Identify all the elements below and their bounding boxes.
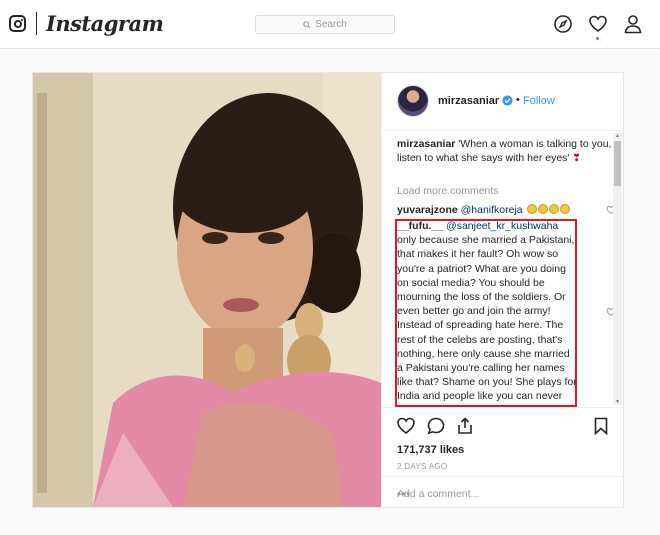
- load-more-comments-link[interactable]: Load more comments: [397, 185, 499, 197]
- caption-username[interactable]: mirzasaniar: [397, 138, 455, 150]
- grinning-emoji-icon: [526, 204, 537, 214]
- more-options-button[interactable]: •••: [397, 488, 411, 500]
- heart-icon[interactable]: [587, 13, 609, 35]
- comment-username[interactable]: __fufu.__: [397, 220, 443, 232]
- follow-button[interactable]: Follow: [523, 95, 555, 107]
- profile-icon[interactable]: [622, 13, 644, 35]
- comment-text: only because she married a Pakistani, th…: [397, 234, 577, 407]
- share-icon[interactable]: [455, 416, 475, 436]
- bookmark-icon[interactable]: [591, 416, 611, 436]
- like-heart-icon[interactable]: [396, 416, 416, 436]
- scroll-up-arrow-icon[interactable]: ▲: [615, 133, 620, 139]
- search-input[interactable]: Search: [255, 15, 395, 34]
- search-icon: [303, 20, 311, 29]
- comment-item: __fufu.__ @sanjeet_kr_kushwaha only beca…: [397, 219, 577, 407]
- post-username[interactable]: mirzasaniar: [438, 95, 499, 107]
- compass-icon[interactable]: [552, 13, 574, 35]
- portrait-illustration: [33, 73, 381, 507]
- avatar[interactable]: [397, 85, 429, 117]
- header-separator: •: [516, 94, 520, 106]
- comments-list[interactable]: mirzasaniar 'When a woman is talking to …: [382, 131, 624, 407]
- comment-item: yuvarajzone @hanifkoreja: [397, 203, 582, 217]
- notification-dot: [596, 37, 599, 40]
- grinning-emoji-icon: [537, 204, 548, 214]
- heart-exclamation-emoji: ❣: [572, 153, 581, 164]
- comment-mention[interactable]: @sanjeet_kr_kushwaha: [446, 220, 558, 232]
- post-header: mirzasaniar • Follow: [382, 73, 624, 131]
- comment-mention[interactable]: @hanifkoreja: [461, 204, 523, 216]
- comments-scrollbar[interactable]: ▲ ▼: [613, 133, 622, 405]
- top-navigation: Instagram Search: [0, 0, 660, 49]
- add-comment-field[interactable]: Add a comment... •••: [382, 476, 624, 508]
- grinning-emoji-icon: [548, 204, 559, 214]
- post-sidebar: mirzasaniar • Follow mirzasaniar 'When a…: [381, 73, 624, 507]
- scroll-thumb[interactable]: [614, 141, 621, 186]
- verified-badge-icon: [502, 95, 513, 106]
- post-timestamp[interactable]: 2 DAYS AGO: [397, 462, 447, 471]
- post-photo[interactable]: [33, 73, 381, 507]
- instagram-wordmark[interactable]: Instagram: [46, 11, 164, 36]
- post-card: mirzasaniar • Follow mirzasaniar 'When a…: [32, 72, 624, 508]
- comment-username[interactable]: yuvarajzone: [397, 204, 458, 216]
- search-placeholder: Search: [315, 19, 347, 30]
- likes-count[interactable]: 171,737 likes: [397, 444, 464, 456]
- instagram-logo-icon[interactable]: [9, 15, 26, 32]
- post-actions: 171,737 likes 2 DAYS AGO Add a comment..…: [382, 407, 624, 507]
- scroll-down-arrow-icon[interactable]: ▼: [615, 399, 620, 405]
- grinning-emoji-icon: [559, 204, 570, 214]
- nav-divider: [36, 12, 37, 35]
- post-caption: mirzasaniar 'When a woman is talking to …: [397, 137, 612, 166]
- comment-bubble-icon[interactable]: [426, 416, 446, 436]
